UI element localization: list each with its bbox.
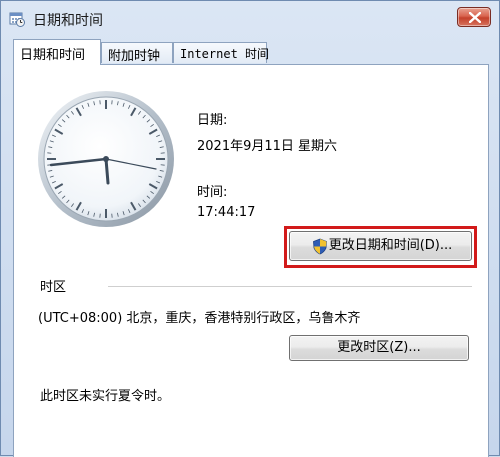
date-value: 2021年9月11日 星期六 [197, 135, 337, 154]
window-title: 日期和时间 [33, 10, 103, 30]
dst-note: 此时区未实行夏令时。 [40, 385, 170, 404]
time-value: 17:44:17 [197, 205, 255, 220]
analog-clock [36, 89, 176, 229]
clock-hour-hand [106, 159, 108, 183]
change-date-time-button[interactable]: 更改日期和时间(D)... [289, 231, 472, 261]
date-time-dialog: 日期和时间 日期和时间 附加时钟 Internet 时间 [0, 0, 500, 456]
timezone-divider [108, 286, 472, 287]
tab-internet-time[interactable]: Internet 时间 [173, 42, 267, 63]
tab-additional-clocks[interactable]: 附加时钟 [101, 42, 173, 63]
tab-panel-date-time: 日期: 2021年9月11日 星期六 时间: 17:44:17 更改日期和时间(… [13, 64, 489, 457]
change-date-time-label: 更改日期和时间(D)... [329, 238, 453, 253]
timezone-heading: 时区 [40, 276, 66, 295]
change-timezone-button[interactable]: 更改时区(Z)... [289, 335, 469, 361]
date-label: 日期: [197, 109, 227, 128]
uac-shield-icon [312, 238, 328, 255]
time-label: 时间: [197, 181, 227, 200]
close-icon [469, 12, 481, 23]
title-bar[interactable]: 日期和时间 [1, 1, 500, 37]
timezone-value: (UTC+08:00) 北京，重庆，香港特别行政区，乌鲁木齐 [38, 307, 360, 326]
close-button[interactable] [457, 7, 491, 27]
calendar-clock-icon [9, 11, 25, 27]
tab-date-time[interactable]: 日期和时间 [13, 39, 101, 65]
